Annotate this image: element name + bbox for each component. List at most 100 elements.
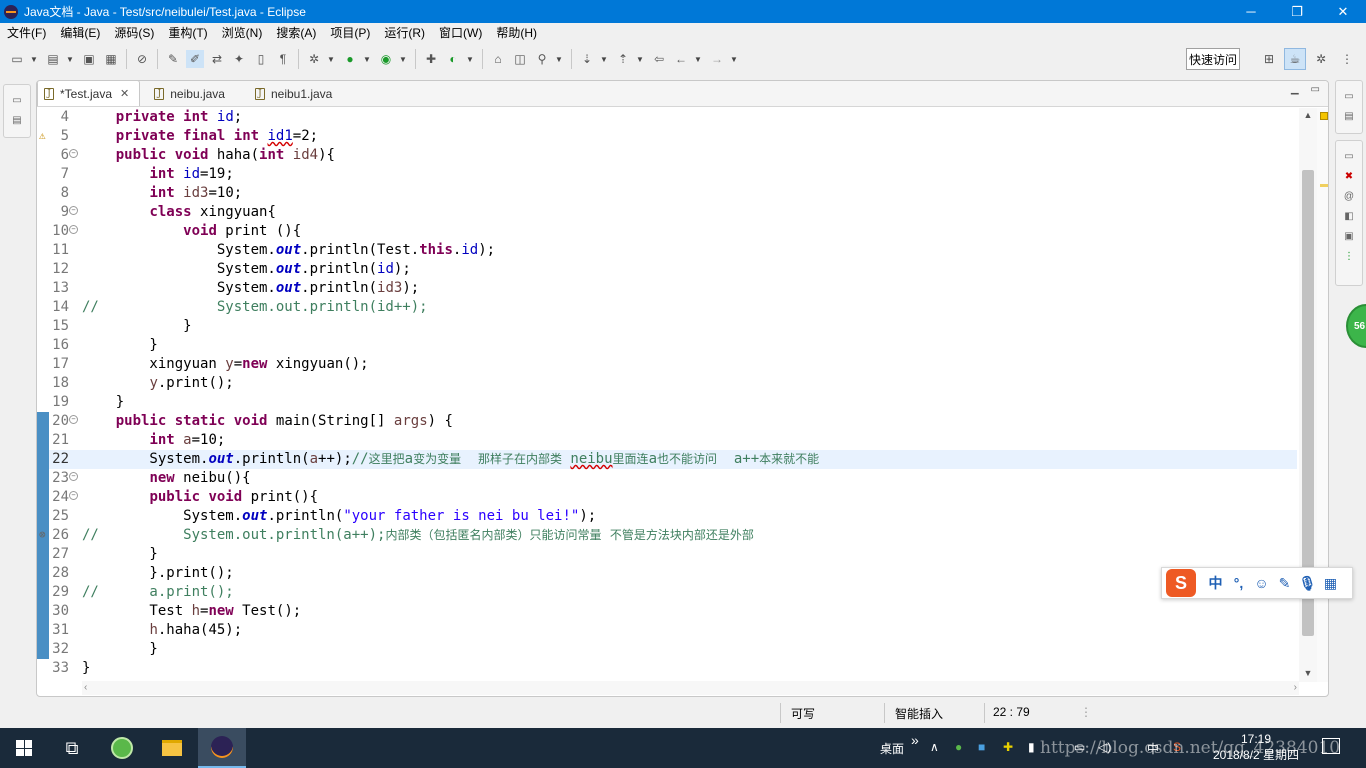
- chevron-down-icon[interactable]: ▼: [30, 50, 38, 68]
- console-icon[interactable]: ▣: [1342, 229, 1356, 243]
- status-insert-mode[interactable]: 智能插入: [895, 705, 943, 722]
- tab-neibu1-java[interactable]: J neibu1.java: [249, 81, 342, 106]
- code-line[interactable]: 14 // System.out.println(id++);: [37, 298, 1297, 317]
- save-icon[interactable]: ▣: [80, 50, 98, 68]
- restore-view-icon[interactable]: ▭: [1342, 89, 1356, 103]
- open-perspective-icon[interactable]: ⊞: [1258, 48, 1280, 70]
- occurrence-marker[interactable]: [1320, 184, 1328, 187]
- problems-icon[interactable]: ✖: [1342, 169, 1356, 183]
- code-line[interactable]: 4 private int id;: [37, 108, 1297, 127]
- ime-mode-toggle[interactable]: 中: [1204, 573, 1227, 593]
- menu-source[interactable]: 源码(S): [107, 23, 161, 43]
- code-line[interactable]: 23− new neibu(){: [37, 469, 1297, 488]
- previous-annotation-icon[interactable]: ⇡: [614, 50, 632, 68]
- code-line[interactable]: ⚠ 5 private final int id1=2;: [37, 127, 1297, 146]
- tray-app4-icon[interactable]: ▮: [1028, 740, 1035, 754]
- chevron-down-icon[interactable]: ▼: [694, 50, 702, 68]
- menu-help[interactable]: 帮助(H): [489, 23, 544, 43]
- chevron-down-icon[interactable]: ▼: [466, 50, 474, 68]
- code-line[interactable]: 19 }: [37, 393, 1297, 412]
- scroll-left-icon[interactable]: ‹: [84, 682, 87, 693]
- toolbox-icon[interactable]: ▦: [1319, 575, 1342, 592]
- new-class-icon[interactable]: ◐: [444, 50, 462, 68]
- fold-toggle-icon[interactable]: −: [69, 206, 78, 215]
- fold-toggle-icon[interactable]: −: [69, 149, 78, 158]
- fold-toggle-icon[interactable]: −: [69, 225, 78, 234]
- tab-neibu-java[interactable]: J neibu.java: [148, 81, 235, 106]
- open-type-icon[interactable]: ⌂: [489, 50, 507, 68]
- start-button[interactable]: [0, 728, 48, 768]
- code-line[interactable]: 32 }: [37, 640, 1297, 659]
- close-icon[interactable]: ✕: [120, 87, 129, 100]
- fold-toggle-icon[interactable]: −: [69, 415, 78, 424]
- chevron-down-icon[interactable]: ▼: [363, 50, 371, 68]
- chevron-down-icon[interactable]: ▼: [399, 50, 407, 68]
- block-selection-icon[interactable]: ⇄: [208, 50, 226, 68]
- restore-view-icon[interactable]: ▭: [1342, 149, 1356, 163]
- handwrite-icon[interactable]: ✎: [1273, 575, 1296, 592]
- minimize-button[interactable]: ─: [1228, 0, 1274, 23]
- code-line[interactable]: ⊗ 26// System.out.println(a++);内部类（包括匿名内部…: [37, 526, 1297, 545]
- eclipse-task-icon[interactable]: [198, 728, 246, 768]
- new-icon[interactable]: ▭: [8, 50, 26, 68]
- chevron-down-icon[interactable]: ▼: [730, 50, 738, 68]
- menu-search[interactable]: 搜索(A): [269, 23, 323, 43]
- declaration-icon[interactable]: ◧: [1342, 209, 1356, 223]
- scroll-down-icon[interactable]: ▼: [1299, 668, 1317, 682]
- back-icon[interactable]: ←: [672, 50, 690, 68]
- tray-app3-icon[interactable]: ✚: [1003, 740, 1013, 754]
- search-icon[interactable]: ⚲: [533, 50, 551, 68]
- code-line[interactable]: 24− public void print(){: [37, 488, 1297, 507]
- fold-toggle-icon[interactable]: −: [69, 491, 78, 500]
- desktop-toolbar-label[interactable]: 桌面: [880, 740, 904, 757]
- chevron-down-icon[interactable]: ▼: [555, 50, 563, 68]
- microphone-icon[interactable]: 🎙: [1296, 575, 1319, 592]
- menu-run[interactable]: 运行(R): [377, 23, 432, 43]
- floating-badge[interactable]: 56: [1346, 304, 1366, 348]
- task-list-icon[interactable]: ▤: [1342, 109, 1356, 123]
- code-line[interactable]: 16 }: [37, 336, 1297, 355]
- scroll-right-icon[interactable]: ›: [1294, 682, 1297, 693]
- menu-window[interactable]: 窗口(W): [432, 23, 489, 43]
- file-explorer-icon[interactable]: [148, 728, 196, 768]
- menu-refactor[interactable]: 重构(T): [161, 23, 214, 43]
- fold-toggle-icon[interactable]: −: [69, 472, 78, 481]
- tray-app2-icon[interactable]: ■: [978, 740, 985, 754]
- toolbar-chevron[interactable]: »: [911, 732, 919, 748]
- code-editor[interactable]: 4 private int id; ⚠ 5 private final int id…: [37, 108, 1299, 682]
- code-line[interactable]: 22 System.out.println(a++);//这里把a变为变量 那样…: [37, 450, 1297, 469]
- menu-edit[interactable]: 编辑(E): [53, 23, 107, 43]
- new-package-icon[interactable]: ▤: [44, 50, 62, 68]
- code-line[interactable]: 15 }: [37, 317, 1297, 336]
- system-clock[interactable]: 17:19 2018/8/2 星期四: [1206, 731, 1306, 763]
- save-all-icon[interactable]: ▦: [102, 50, 120, 68]
- chevron-down-icon[interactable]: ▼: [327, 50, 335, 68]
- toggle-mark-icon[interactable]: ✎: [164, 50, 182, 68]
- code-line[interactable]: 8 int id3=10;: [37, 184, 1297, 203]
- code-line[interactable]: 6− public void haha(int id4){: [37, 146, 1297, 165]
- horizontal-scrollbar[interactable]: ‹ ›: [82, 681, 1299, 695]
- skip-breakpoints-icon[interactable]: ⊘: [133, 50, 151, 68]
- forward-icon[interactable]: →: [708, 50, 726, 68]
- code-line[interactable]: 28 }.print();: [37, 564, 1297, 583]
- minimize-view-icon[interactable]: ▁: [1291, 84, 1299, 95]
- java-perspective-icon[interactable]: ☕: [1284, 48, 1306, 70]
- coverage-icon[interactable]: ◉: [377, 50, 395, 68]
- menu-navigate[interactable]: 浏览(N): [215, 23, 270, 43]
- code-line[interactable]: 30 Test h=new Test();: [37, 602, 1297, 621]
- debug-icon[interactable]: ✲: [305, 50, 323, 68]
- code-line[interactable]: 10− void print (){: [37, 222, 1297, 241]
- open-folder-icon[interactable]: ◫: [511, 50, 529, 68]
- code-line[interactable]: 9− class xingyuan{: [37, 203, 1297, 222]
- menu-file[interactable]: 文件(F): [0, 23, 53, 43]
- code-line[interactable]: 25 System.out.println("your father is ne…: [37, 507, 1297, 526]
- code-line[interactable]: 29 // a.print();: [37, 583, 1297, 602]
- tab-test-java[interactable]: J *Test.java ✕: [37, 81, 141, 106]
- browser-icon[interactable]: [98, 728, 146, 768]
- annotation-icon[interactable]: ✦: [230, 50, 248, 68]
- highlight-icon[interactable]: ✐: [186, 50, 204, 68]
- restore-button[interactable]: ❐: [1274, 0, 1320, 23]
- quick-access-field[interactable]: 快速访问: [1186, 48, 1240, 70]
- pilcrow-icon[interactable]: ¶: [274, 50, 292, 68]
- warning-summary-icon[interactable]: [1320, 112, 1328, 120]
